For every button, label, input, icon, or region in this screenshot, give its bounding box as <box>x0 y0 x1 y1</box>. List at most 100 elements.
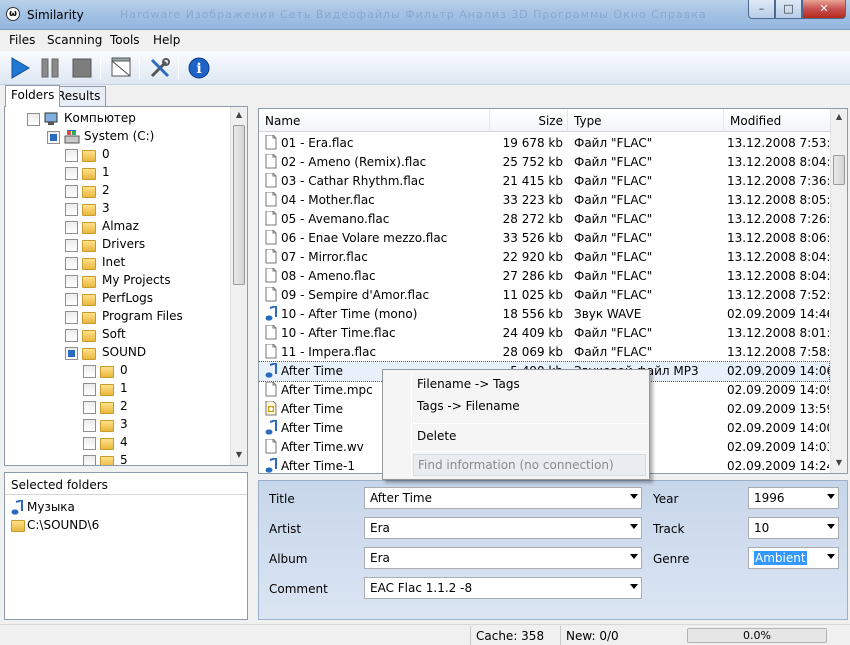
tree-node[interactable]: 2 <box>5 183 230 201</box>
chevron-down-icon[interactable] <box>827 494 835 499</box>
year-field[interactable]: 1996 <box>748 487 839 509</box>
tree-checkbox[interactable] <box>65 167 78 180</box>
comment-field[interactable]: EAC Flac 1.1.2 -8 <box>364 577 642 599</box>
tree-node[interactable]: 5 <box>5 453 230 465</box>
menu-item-tags-to-filename[interactable]: Tags -> Filename <box>417 399 520 413</box>
column-header-modified[interactable]: Modified <box>724 109 831 132</box>
scroll-thumb[interactable] <box>233 125 245 285</box>
menu-item-filename-to-tags[interactable]: Filename -> Tags <box>417 377 520 391</box>
tree-node[interactable]: My Projects <box>5 273 230 291</box>
tree-checkbox[interactable] <box>65 311 78 324</box>
tree-checkbox[interactable] <box>83 437 96 450</box>
tree-node[interactable]: 1 <box>5 165 230 183</box>
tree-node[interactable]: 0 <box>5 147 230 165</box>
tree-node[interactable]: PerfLogs <box>5 291 230 309</box>
file-row[interactable]: 01 - Era.flac 19 678 kb Файл "FLAC" 13.12.2… <box>259 134 829 153</box>
file-row[interactable]: 02 - Ameno (Remix).flac 25 752 kb Файл "FL… <box>259 153 829 172</box>
file-size: 33 526 kb <box>502 231 563 245</box>
menu-separator <box>413 423 647 424</box>
scroll-down-icon[interactable]: ▼ <box>231 447 247 463</box>
tree-node[interactable]: Soft <box>5 327 230 345</box>
file-row[interactable]: 10 - After Time (mono) 18 556 kb Звук WAVE… <box>259 305 829 324</box>
genre-field[interactable]: Ambient <box>748 547 839 569</box>
tree-checkbox[interactable] <box>83 383 96 396</box>
tree-checkbox[interactable] <box>83 365 96 378</box>
minimize-button[interactable]: – <box>748 0 775 19</box>
clear-icon[interactable] <box>109 56 133 80</box>
tree-node[interactable]: System (C:) <box>5 129 230 147</box>
tree-checkbox[interactable] <box>65 239 78 252</box>
tree-node[interactable]: Program Files <box>5 309 230 327</box>
tree-checkbox[interactable] <box>65 275 78 288</box>
tab-folders[interactable]: Folders <box>5 85 61 107</box>
tree-node[interactable]: Компьютер <box>5 111 230 129</box>
scroll-thumb[interactable] <box>833 155 845 185</box>
menu-tools[interactable]: Tools <box>110 33 140 47</box>
tree-checkbox[interactable] <box>65 203 78 216</box>
file-row[interactable]: 10 - After Time.flac 24 409 kb Файл "FLAC"… <box>259 324 829 343</box>
column-header-type[interactable]: Type <box>568 109 724 132</box>
tree-checkbox[interactable] <box>47 131 60 144</box>
tree-checkbox[interactable] <box>83 401 96 414</box>
stop-icon[interactable] <box>70 56 94 80</box>
file-row[interactable]: 09 - Sempire d'Amor.flac 11 025 kb Файл "F… <box>259 286 829 305</box>
chevron-down-icon[interactable] <box>630 524 638 529</box>
file-row[interactable]: 06 - Enae Volare mezzo.flac 33 526 kb Файл… <box>259 229 829 248</box>
tree-checkbox[interactable] <box>65 221 78 234</box>
chevron-down-icon[interactable] <box>630 494 638 499</box>
tree-checkbox[interactable] <box>83 419 96 432</box>
file-row[interactable]: 07 - Mirror.flac 22 920 kb Файл "FLAC" 13.1… <box>259 248 829 267</box>
menu-item-delete[interactable]: Delete <box>417 429 456 443</box>
chevron-down-icon[interactable] <box>630 554 638 559</box>
tree-node[interactable]: 3 <box>5 201 230 219</box>
file-row[interactable]: 11 - Impera.flac 28 069 kb Файл "FLAC" 13.1… <box>259 343 829 362</box>
tree-checkbox[interactable] <box>65 347 78 360</box>
tree-scrollbar[interactable]: ▲ ▼ <box>230 107 247 465</box>
tree-node[interactable]: 1 <box>5 381 230 399</box>
pause-icon[interactable] <box>38 56 62 80</box>
tree-node[interactable]: SOUND <box>5 345 230 363</box>
filelist-scrollbar[interactable]: ▲ ▼ <box>830 109 847 473</box>
tree-checkbox[interactable] <box>65 257 78 270</box>
album-field[interactable]: Era <box>364 547 642 569</box>
tree-checkbox[interactable] <box>65 149 78 162</box>
tree-node[interactable]: Almaz <box>5 219 230 237</box>
tree-node[interactable]: Inet <box>5 255 230 273</box>
file-row[interactable]: 05 - Avemano.flac 28 272 kb Файл "FLAC" 13.… <box>259 210 829 229</box>
artist-field[interactable]: Era <box>364 517 642 539</box>
scroll-up-icon[interactable]: ▲ <box>831 109 847 125</box>
settings-icon[interactable] <box>148 56 172 80</box>
file-row[interactable]: 04 - Mother.flac 33 223 kb Файл "FLAC" 13.1… <box>259 191 829 210</box>
track-field[interactable]: 10 <box>748 517 839 539</box>
play-icon[interactable] <box>8 56 32 80</box>
tree-node[interactable]: Drivers <box>5 237 230 255</box>
scroll-down-icon[interactable]: ▼ <box>831 455 847 471</box>
scroll-up-icon[interactable]: ▲ <box>231 107 247 123</box>
tree-checkbox[interactable] <box>65 185 78 198</box>
column-header-size[interactable]: Size <box>490 109 568 132</box>
file-row[interactable]: 08 - Ameno.flac 27 286 kb Файл "FLAC" 13.12… <box>259 267 829 286</box>
tree-checkbox[interactable] <box>83 455 96 465</box>
chevron-down-icon[interactable] <box>827 524 835 529</box>
close-button[interactable]: ✕ <box>802 0 846 19</box>
tree-node[interactable]: 3 <box>5 417 230 435</box>
tree-node[interactable]: 2 <box>5 399 230 417</box>
info-icon[interactable]: i <box>187 56 211 80</box>
chevron-down-icon[interactable] <box>630 584 638 589</box>
menu-scanning[interactable]: Scanning <box>47 33 102 47</box>
maximize-button[interactable]: □ <box>775 0 802 19</box>
tree-node[interactable]: 4 <box>5 435 230 453</box>
tree-node-label: PerfLogs <box>102 291 154 305</box>
title-field[interactable]: After Time <box>364 487 642 509</box>
tree-checkbox[interactable] <box>27 113 40 126</box>
menu-help[interactable]: Help <box>153 33 180 47</box>
file-type: Файл "FLAC" <box>574 174 653 188</box>
folder-tree[interactable]: ▲ ▼ Компьютер System (C:) 0 1 2 3 Almaz Drivers… <box>4 106 248 466</box>
tree-checkbox[interactable] <box>65 293 78 306</box>
chevron-down-icon[interactable] <box>827 554 835 559</box>
file-row[interactable]: 03 - Cathar Rhythm.flac 21 415 kb Файл "FL… <box>259 172 829 191</box>
column-header-name[interactable]: Name <box>259 109 490 132</box>
tree-node[interactable]: 0 <box>5 363 230 381</box>
menu-files[interactable]: Files <box>9 33 35 47</box>
tree-checkbox[interactable] <box>65 329 78 342</box>
